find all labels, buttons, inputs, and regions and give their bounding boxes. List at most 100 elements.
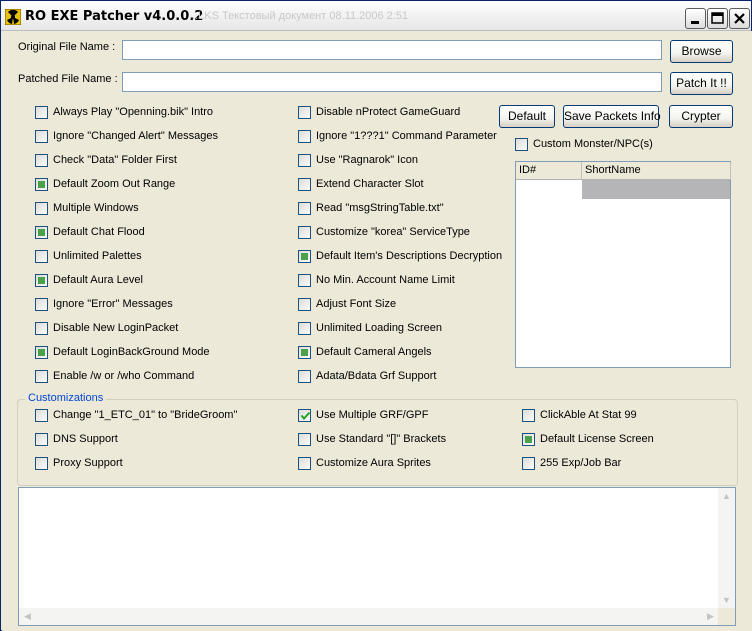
checkbox-box[interactable] xyxy=(522,433,535,446)
crypter-button[interactable]: Crypter xyxy=(669,105,733,128)
checkbox-box[interactable] xyxy=(35,457,48,470)
title-bar[interactable]: RO EXE Patcher v4.0.0.2 ...LKS Текстовый… xyxy=(1,1,751,31)
horizontal-scrollbar[interactable]: ◀ ▶ xyxy=(19,608,719,625)
browse-button[interactable]: Browse xyxy=(670,40,733,63)
maximize-button[interactable] xyxy=(707,8,728,29)
background-caption-text: ...LKS Текстовый документ 08.11.2006 2:5… xyxy=(189,10,409,22)
option-label: Disable New LoginPacket xyxy=(53,322,179,334)
scroll-right-icon[interactable]: ▶ xyxy=(703,609,718,624)
option-label: Ignore "Changed Alert" Messages xyxy=(53,130,218,142)
vertical-scrollbar[interactable]: ▲ ▼ xyxy=(718,488,735,609)
checkbox-box[interactable] xyxy=(35,106,48,119)
patcher-window: RO EXE Patcher v4.0.0.2 ...LKS Текстовый… xyxy=(0,0,752,631)
checkbox-box[interactable] xyxy=(298,154,311,167)
scroll-down-icon[interactable]: ▼ xyxy=(719,593,734,608)
option-label: 255 Exp/Job Bar xyxy=(540,457,622,469)
checkbox-box[interactable] xyxy=(35,202,48,215)
option-label: Multiple Windows xyxy=(53,202,139,214)
option-label: No Min. Account Name Limit xyxy=(316,274,455,286)
checkbox-box[interactable] xyxy=(298,370,311,383)
npc-list[interactable]: ID# ShortName xyxy=(515,161,731,368)
checkbox-box[interactable] xyxy=(298,322,311,335)
checkbox-box[interactable] xyxy=(298,433,311,446)
option-label: Enable /w or /who Command xyxy=(53,370,195,382)
original-file-label: Original File Name : xyxy=(18,41,116,53)
close-button[interactable] xyxy=(729,8,750,29)
checkbox-box[interactable] xyxy=(35,298,48,311)
option-label: Check "Data" Folder First xyxy=(53,154,177,166)
maximize-icon xyxy=(711,12,724,24)
save-packets-button[interactable]: Save Packets Info xyxy=(563,105,661,128)
checkbox-box[interactable] xyxy=(298,202,311,215)
checkbox-box[interactable] xyxy=(298,346,311,359)
window-title: RO EXE Patcher v4.0.0.2 xyxy=(25,9,204,24)
checkbox-box[interactable] xyxy=(35,409,48,422)
close-icon xyxy=(734,13,745,24)
checkbox-box[interactable] xyxy=(298,130,311,143)
checkbox-box[interactable] xyxy=(35,322,48,335)
checkbox-box[interactable] xyxy=(298,298,311,311)
default-button[interactable]: Default xyxy=(499,105,555,128)
checkbox-box[interactable] xyxy=(35,226,48,239)
patch-button[interactable]: Patch It !! xyxy=(670,72,733,95)
option-label: Default Aura Level xyxy=(53,274,143,286)
checkbox-box[interactable] xyxy=(35,274,48,287)
option-label: Ignore "1???1" Command Parameter xyxy=(316,130,497,142)
option-label: Unlimited Palettes xyxy=(53,250,142,262)
option-label: Customize Aura Sprites xyxy=(316,457,431,469)
patched-file-label: Patched File Name : xyxy=(18,73,118,85)
checkbox-box[interactable] xyxy=(35,130,48,143)
scroll-up-icon[interactable]: ▲ xyxy=(719,489,734,504)
option-label: Unlimited Loading Screen xyxy=(316,322,442,334)
npc-row-id-cell[interactable] xyxy=(516,180,581,199)
checkbox-box[interactable] xyxy=(35,154,48,167)
checkmark-icon xyxy=(300,411,311,421)
scroll-left-icon[interactable]: ◀ xyxy=(20,609,35,624)
scrollbar-corner xyxy=(718,608,735,625)
option-label: Adjust Font Size xyxy=(316,298,397,310)
radiation-icon xyxy=(5,9,21,25)
option-label: Use Standard "[]" Brackets xyxy=(316,433,447,445)
option-label: Always Play "Openning.bik" Intro xyxy=(53,106,214,118)
checkbox-box[interactable] xyxy=(35,433,48,446)
option-label: Disable nProtect GameGuard xyxy=(316,106,461,118)
minimize-icon xyxy=(691,21,699,24)
checkbox-box[interactable] xyxy=(298,457,311,470)
checkbox-box[interactable] xyxy=(35,370,48,383)
patched-file-input[interactable] xyxy=(122,72,662,92)
checkbox-box[interactable] xyxy=(522,409,535,422)
option-label: Proxy Support xyxy=(53,457,123,469)
checkbox-box[interactable] xyxy=(298,274,311,287)
checkbox-box[interactable] xyxy=(298,250,311,263)
option-label: Extend Character Slot xyxy=(316,178,424,190)
custom-npc-label: Custom Monster/NPC(s) xyxy=(533,138,653,150)
minimize-button[interactable] xyxy=(685,8,706,29)
column-header-shortname[interactable]: ShortName xyxy=(582,162,731,180)
option-label: DNS Support xyxy=(53,433,118,445)
checkbox-box[interactable] xyxy=(35,178,48,191)
checkbox-box[interactable] xyxy=(298,226,311,239)
checkbox-box[interactable] xyxy=(298,178,311,191)
customizations-legend: Customizations xyxy=(25,392,107,404)
option-label: Default Zoom Out Range xyxy=(53,178,176,190)
checkbox-box[interactable] xyxy=(515,138,528,151)
option-label: Default Chat Flood xyxy=(53,226,145,238)
option-label: Use "Ragnarok" Icon xyxy=(316,154,418,166)
original-file-input[interactable] xyxy=(122,40,662,60)
column-header-id[interactable]: ID# xyxy=(516,162,582,180)
checkbox-box[interactable] xyxy=(35,346,48,359)
option-label: Default Cameral Angels xyxy=(316,346,432,358)
log-textarea[interactable]: ▲ ▼ ◀ ▶ xyxy=(18,487,736,626)
option-label: Customize "korea" ServiceType xyxy=(316,226,470,238)
npc-row-name-cell[interactable] xyxy=(582,180,730,199)
checkbox-box[interactable] xyxy=(298,106,311,119)
option-label: Default LoginBackGround Mode xyxy=(53,346,210,358)
option-label: Ignore "Error" Messages xyxy=(53,298,173,310)
option-label: Default Item's Descriptions Decryption xyxy=(316,250,503,262)
checkbox-box[interactable] xyxy=(298,409,311,422)
client-area: Original File Name : Browse Patched File… xyxy=(2,31,752,631)
option-label: Adata/Bdata Grf Support xyxy=(316,370,437,382)
option-label: Default License Screen xyxy=(540,433,654,445)
checkbox-box[interactable] xyxy=(35,250,48,263)
checkbox-box[interactable] xyxy=(522,457,535,470)
